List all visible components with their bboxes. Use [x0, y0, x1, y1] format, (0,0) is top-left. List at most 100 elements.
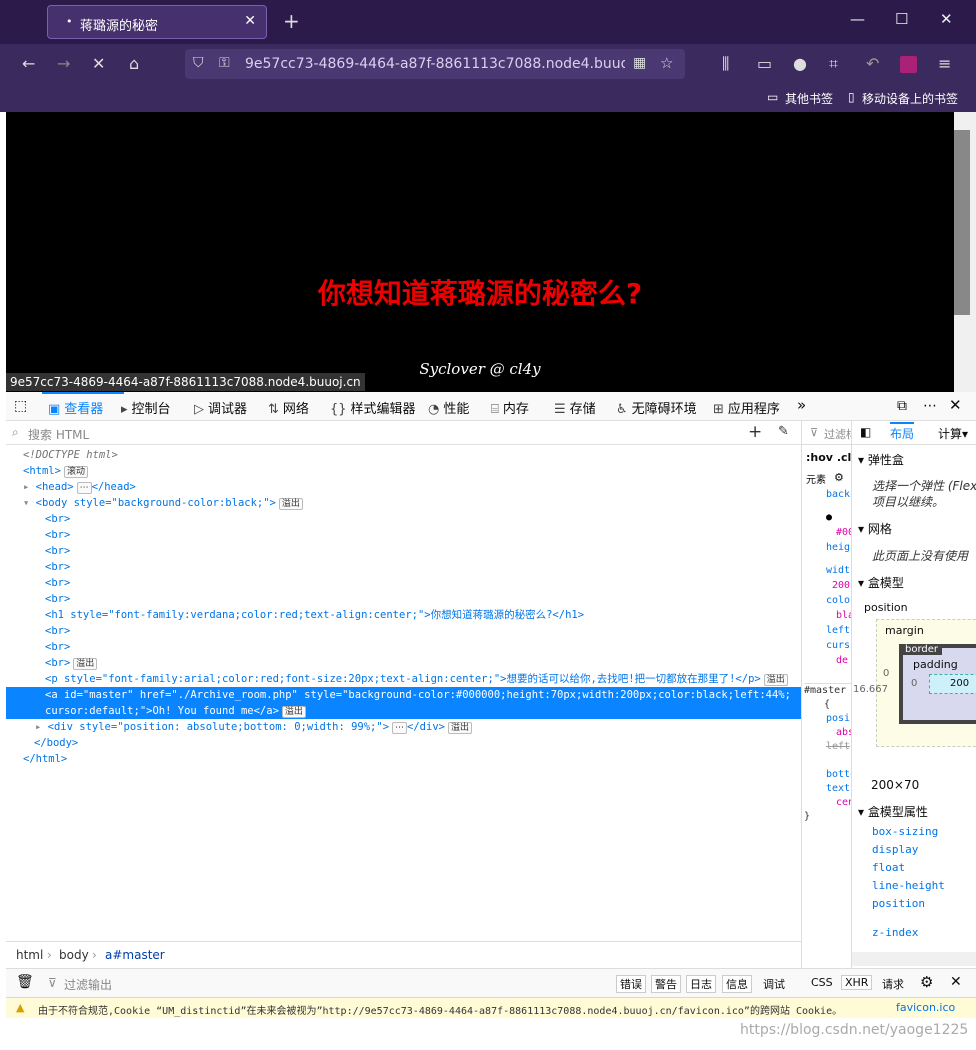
breadcrumb-body[interactable]: body: [59, 948, 89, 962]
layout-hscrollbar[interactable]: [852, 952, 976, 966]
gear-icon[interactable]: ⚙: [834, 471, 844, 484]
dock-icon[interactable]: ⧉: [897, 398, 907, 414]
library-icon[interactable]: ⫼: [722, 54, 729, 74]
tree-a-master-continued[interactable]: cursor:default;">Oh! You found me</a> 溢出: [6, 703, 801, 719]
add-node-icon[interactable]: +: [748, 422, 762, 442]
prop-float[interactable]: float: [872, 859, 945, 877]
forward-icon[interactable]: →: [57, 54, 70, 73]
more-tabs-icon[interactable]: »: [797, 396, 806, 414]
eyedropper-icon[interactable]: ✎: [778, 424, 789, 439]
tab-storage[interactable]: ☰ 存储: [554, 398, 596, 417]
tree-br[interactable]: <br>: [6, 559, 801, 575]
tab-close-icon[interactable]: ✕: [244, 13, 256, 29]
tree-head[interactable]: ▸ <head> ⋯ </head>: [6, 479, 801, 495]
tree-br[interactable]: <br>: [6, 543, 801, 559]
close-console-icon[interactable]: ✕: [950, 974, 962, 990]
overflow-badge[interactable]: 溢出: [763, 674, 788, 686]
close-window-icon[interactable]: ✕: [940, 10, 953, 28]
bookmark-star-icon[interactable]: ☆: [660, 54, 673, 72]
tree-br[interactable]: <br>: [6, 511, 801, 527]
search-input[interactable]: 搜索 HTML: [28, 426, 89, 443]
browser-tab[interactable]: • 蒋璐源的秘密 ✕: [47, 5, 267, 39]
close-devtools-icon[interactable]: ✕: [949, 396, 962, 414]
tree-div[interactable]: ▸ <div style="position: absolute;bottom:…: [6, 719, 801, 735]
ellipsis-badge[interactable]: ⋯: [392, 722, 408, 734]
prop-position[interactable]: position: [872, 895, 945, 913]
maximize-icon[interactable]: ☐: [895, 10, 908, 28]
collapse-icon[interactable]: ▾: [23, 497, 36, 509]
rules-filter-input[interactable]: 过滤样: [824, 426, 851, 442]
shield-icon[interactable]: ⛉: [193, 55, 204, 71]
tree-br[interactable]: <br>: [6, 639, 801, 655]
tab-inspector[interactable]: ▣ 查看器: [48, 398, 103, 417]
overflow-badge[interactable]: 溢出: [73, 658, 98, 670]
tree-p[interactable]: <p style="font-family:arial;color:red;fo…: [6, 671, 801, 687]
flexbox-section[interactable]: ▾ 弹性盒: [858, 451, 904, 468]
tab-application[interactable]: ⊞ 应用程序: [713, 398, 780, 417]
back-icon[interactable]: ←: [22, 54, 35, 73]
new-tab-icon[interactable]: +: [283, 9, 300, 33]
tree-br[interactable]: <br>: [6, 527, 801, 543]
prop-line-height[interactable]: line-height: [872, 877, 945, 895]
tab-network[interactable]: ⇅ 网络: [268, 398, 309, 417]
breadcrumb-html[interactable]: html: [16, 948, 43, 962]
hov-toggle[interactable]: :hov .cl: [806, 451, 851, 464]
tree-a-master-selected[interactable]: <a id="master" href="./Archive_room.php"…: [6, 687, 801, 703]
tree-br[interactable]: <br>: [6, 591, 801, 607]
home-icon[interactable]: ⌂: [129, 54, 139, 73]
box-model-section[interactable]: ▾ 盒模型: [858, 574, 904, 591]
console-settings-icon[interactable]: ⚙: [920, 973, 933, 991]
filter-debug-button[interactable]: 调试: [759, 975, 789, 993]
undo-icon[interactable]: ↶: [866, 54, 879, 73]
url-text[interactable]: 9e57cc73-4869-4464-a87f-8861113c7088.nod…: [245, 56, 625, 72]
tab-memory[interactable]: ⌸ 内存: [491, 398, 529, 417]
prop-box-sizing[interactable]: box-sizing: [872, 823, 945, 841]
tab-console[interactable]: ▸ 控制台: [121, 398, 171, 417]
lock-icon[interactable]: ⚿: [219, 55, 230, 71]
tree-br[interactable]: <br> 溢出: [6, 655, 801, 671]
tab-performance[interactable]: ◔ 性能: [428, 398, 469, 417]
tab-accessibility[interactable]: ♿ 无障碍环境: [616, 398, 697, 417]
url-bar[interactable]: ⛉ ⚿ 9e57cc73-4869-4464-a87f-8861113c7088…: [185, 49, 685, 79]
filter-requests-button[interactable]: 请求: [878, 975, 908, 993]
filter-logs-button[interactable]: 日志: [686, 975, 716, 993]
tree-h1[interactable]: <h1 style="font-family:verdana;color:red…: [6, 607, 801, 623]
sidebar-toggle-icon[interactable]: ◧: [860, 425, 871, 439]
filter-errors-button[interactable]: 错误: [616, 975, 646, 993]
scroll-badge[interactable]: 滚动: [63, 466, 88, 478]
filter-xhr-button[interactable]: XHR: [841, 975, 873, 990]
tree-br[interactable]: <br>: [6, 623, 801, 639]
menu-icon[interactable]: ≡: [938, 54, 951, 73]
options-icon[interactable]: ⋯: [923, 398, 937, 414]
tree-body[interactable]: ▾ <body style="background-color:black;">…: [6, 495, 801, 511]
screenshot-icon[interactable]: ⌗: [829, 54, 838, 74]
html-search[interactable]: ⌕ 搜索 HTML + ✎: [6, 421, 801, 445]
prop-display[interactable]: display: [872, 841, 945, 859]
bookmark-other[interactable]: 其他书签: [785, 90, 833, 107]
box-props-section[interactable]: ▾ 盒模型属性: [858, 803, 928, 820]
tree-br[interactable]: <br>: [6, 575, 801, 591]
overflow-badge[interactable]: 溢出: [447, 722, 472, 734]
tab-layout[interactable]: 布局: [890, 422, 915, 442]
overflow-badge[interactable]: 溢出: [281, 706, 306, 718]
expand-icon[interactable]: ▸: [35, 721, 48, 733]
account-icon[interactable]: ●: [793, 54, 807, 73]
grid-section[interactable]: ▾ 网格: [858, 520, 892, 537]
page-scrollbar-thumb[interactable]: [954, 130, 970, 315]
overflow-badge[interactable]: 溢出: [278, 498, 303, 510]
tab-style-editor[interactable]: {} 样式编辑器: [330, 398, 416, 417]
bookmark-mobile[interactable]: 移动设备上的书签: [862, 90, 958, 107]
sidebar-icon[interactable]: ▭: [757, 54, 772, 73]
element-picker-icon[interactable]: ⬚: [14, 398, 27, 414]
trash-icon[interactable]: 🗑: [16, 974, 34, 990]
ellipsis-badge[interactable]: ⋯: [76, 482, 92, 494]
filter-css-button[interactable]: CSS: [807, 975, 837, 990]
prop-z-index[interactable]: z-index: [872, 924, 945, 942]
filter-info-button[interactable]: 信息: [722, 975, 752, 993]
tree-html[interactable]: <html> 滚动: [6, 463, 801, 479]
tab-computed[interactable]: 计算▾: [938, 425, 968, 442]
extension-icon[interactable]: [900, 56, 917, 73]
minimize-icon[interactable]: —: [850, 10, 865, 28]
expand-icon[interactable]: ▸: [23, 481, 36, 493]
console-filter-input[interactable]: 过滤输出: [64, 976, 112, 993]
